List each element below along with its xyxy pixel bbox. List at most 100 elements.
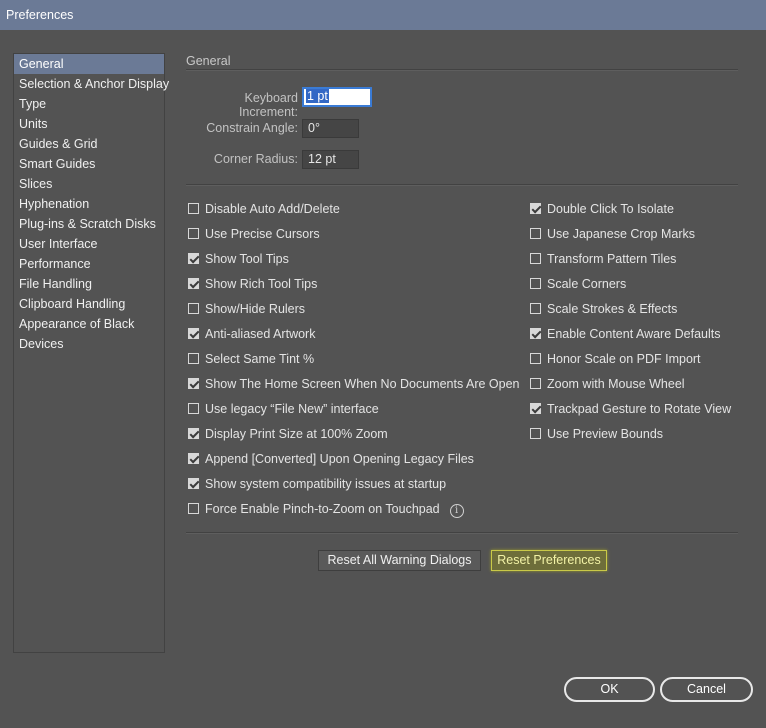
checkbox-label: Show Tool Tips — [205, 252, 289, 266]
option-use-precise-cursors[interactable]: Use Precise Cursors — [188, 225, 320, 243]
option-honor-scale-on-pdf-import[interactable]: Honor Scale on PDF Import — [530, 350, 701, 368]
option-show-rich-tool-tips[interactable]: Show Rich Tool Tips — [188, 275, 317, 293]
checkbox[interactable] — [530, 353, 541, 364]
keyboard-increment-label: Keyboard Increment: — [238, 91, 298, 119]
reset-preferences-button[interactable]: Reset Preferences — [491, 550, 607, 571]
checkbox[interactable] — [188, 278, 199, 289]
sidebar-item-units[interactable]: Units — [14, 114, 164, 134]
checkbox-label: Show system compatibility issues at star… — [205, 477, 447, 491]
checkbox[interactable] — [188, 378, 199, 389]
checkbox-label: Use Japanese Crop Marks — [547, 227, 695, 241]
checkbox[interactable] — [188, 228, 199, 239]
checkbox[interactable] — [530, 253, 541, 264]
checkbox-label: Show/Hide Rulers — [205, 302, 306, 316]
checkbox-label: Anti-aliased Artwork — [205, 327, 316, 341]
sidebar-item-user-interface[interactable]: User Interface — [14, 234, 164, 254]
constrain-angle-label: Constrain Angle: — [206, 121, 298, 135]
checkbox-label: Honor Scale on PDF Import — [547, 352, 701, 366]
checkbox-label: Show Rich Tool Tips — [205, 277, 318, 291]
option-force-enable-pinch-to-zoom-on-touchpad[interactable]: Force Enable Pinch-to-Zoom on Touchpad i — [188, 500, 464, 518]
checkbox-label: Scale Strokes & Effects — [547, 302, 678, 316]
title-bar: Preferences — [0, 0, 766, 30]
option-disable-auto-add-delete[interactable]: Disable Auto Add/Delete — [188, 200, 340, 218]
option-scale-corners[interactable]: Scale Corners — [530, 275, 626, 293]
option-use-japanese-crop-marks[interactable]: Use Japanese Crop Marks — [530, 225, 695, 243]
option-use-legacy-file-new-interface[interactable]: Use legacy “File New” interface — [188, 400, 379, 418]
fields-divider — [186, 184, 738, 186]
option-transform-pattern-tiles[interactable]: Transform Pattern Tiles — [530, 250, 676, 268]
checkbox[interactable] — [530, 428, 541, 439]
option-use-preview-bounds[interactable]: Use Preview Bounds — [530, 425, 663, 443]
option-enable-content-aware-defaults[interactable]: Enable Content Aware Defaults — [530, 325, 721, 343]
option-zoom-with-mouse-wheel[interactable]: Zoom with Mouse Wheel — [530, 375, 685, 393]
sidebar-item-file-handling[interactable]: File Handling — [14, 274, 164, 294]
option-show-the-home-screen-when-no-documents-are-open[interactable]: Show The Home Screen When No Documents A… — [188, 375, 520, 393]
keyboard-increment-input[interactable]: 1 pt — [302, 87, 372, 107]
checkbox-label: Trackpad Gesture to Rotate View — [547, 402, 732, 416]
window-title: Preferences — [6, 8, 74, 22]
checkbox[interactable] — [530, 278, 541, 289]
section-header: General — [186, 54, 231, 68]
checkbox[interactable] — [188, 353, 199, 364]
checkbox[interactable] — [188, 403, 199, 414]
checkbox-label: Select Same Tint % — [205, 352, 315, 366]
checkbox[interactable] — [188, 253, 199, 264]
option-select-same-tint[interactable]: Select Same Tint % — [188, 350, 314, 368]
checkbox[interactable] — [530, 203, 541, 214]
checkbox[interactable] — [188, 428, 199, 439]
sidebar-item-selection-anchor-display[interactable]: Selection & Anchor Display — [14, 74, 169, 94]
option-double-click-to-isolate[interactable]: Double Click To Isolate — [530, 200, 674, 218]
option-append-converted-upon-opening-legacy-files[interactable]: Append [Converted] Upon Opening Legacy F… — [188, 450, 474, 468]
option-scale-strokes-effects[interactable]: Scale Strokes & Effects — [530, 300, 677, 318]
checkbox[interactable] — [188, 453, 199, 464]
checkbox-label: Force Enable Pinch-to-Zoom on Touchpad — [205, 502, 440, 516]
cancel-button[interactable]: Cancel — [660, 677, 753, 702]
info-icon[interactable]: i — [449, 504, 464, 518]
corner-radius-label: Corner Radius: — [213, 152, 298, 166]
header-divider — [186, 69, 738, 71]
sidebar-item-guides-grid[interactable]: Guides & Grid — [14, 134, 164, 154]
checkbox-label: Zoom with Mouse Wheel — [547, 377, 685, 391]
checkbox-label: Show The Home Screen When No Documents A… — [205, 377, 520, 391]
option-anti-aliased-artwork[interactable]: Anti-aliased Artwork — [188, 325, 315, 343]
checkbox[interactable] — [530, 303, 541, 314]
checkbox[interactable] — [188, 478, 199, 489]
corner-radius-input[interactable]: 12 pt — [302, 150, 359, 169]
reset-warning-dialogs-button[interactable]: Reset All Warning Dialogs — [318, 550, 481, 571]
checkbox-label: Enable Content Aware Defaults — [547, 327, 721, 341]
checkbox[interactable] — [530, 403, 541, 414]
checkbox-label: Use Precise Cursors — [205, 227, 320, 241]
sidebar-item-appearance-of-black[interactable]: Appearance of Black — [14, 314, 164, 334]
checkbox[interactable] — [188, 503, 199, 514]
checkbox-label: Transform Pattern Tiles — [547, 252, 677, 266]
option-show-tool-tips[interactable]: Show Tool Tips — [188, 250, 289, 268]
sidebar-item-devices[interactable]: Devices — [14, 334, 164, 354]
sidebar-item-type[interactable]: Type — [14, 94, 164, 114]
options-divider — [186, 532, 738, 534]
checkbox[interactable] — [188, 303, 199, 314]
sidebar-item-hyphenation[interactable]: Hyphenation — [14, 194, 164, 214]
checkbox[interactable] — [530, 378, 541, 389]
sidebar-item-performance[interactable]: Performance — [14, 254, 164, 274]
category-list: General Selection & Anchor Display Type Uni… — [13, 53, 169, 653]
option-show-hide-rulers[interactable]: Show/Hide Rulers — [188, 300, 305, 318]
checkbox-label: Use legacy “File New” interface — [205, 402, 379, 416]
checkbox-label: Display Print Size at 100% Zoom — [205, 427, 388, 441]
checkbox-label: Disable Auto Add/Delete — [205, 202, 340, 216]
constrain-angle-input[interactable]: 0° — [302, 119, 359, 138]
option-display-print-size-at-100-zoom[interactable]: Display Print Size at 100% Zoom — [188, 425, 388, 443]
checkbox-label: Append [Converted] Upon Opening Legacy F… — [205, 452, 474, 466]
sidebar-item-smart-guides[interactable]: Smart Guides — [14, 154, 164, 174]
sidebar-item-general[interactable]: General — [14, 54, 164, 74]
checkbox[interactable] — [188, 203, 199, 214]
sidebar-item-clipboard-handling[interactable]: Clipboard Handling — [14, 294, 164, 314]
checkbox[interactable] — [188, 328, 199, 339]
sidebar-item-slices[interactable]: Slices — [14, 174, 164, 194]
checkbox[interactable] — [530, 328, 541, 339]
option-show-system-compatibility-issues-at-startup[interactable]: Show system compatibility issues at star… — [188, 475, 446, 493]
option-trackpad-gesture-to-rotate-view[interactable]: Trackpad Gesture to Rotate View — [530, 400, 731, 418]
checkbox[interactable] — [530, 228, 541, 239]
ok-button[interactable]: OK — [564, 677, 655, 702]
checkbox-label: Use Preview Bounds — [547, 427, 664, 441]
sidebar-item-plug-ins-scratch-disks[interactable]: Plug-ins & Scratch Disks — [14, 214, 164, 234]
